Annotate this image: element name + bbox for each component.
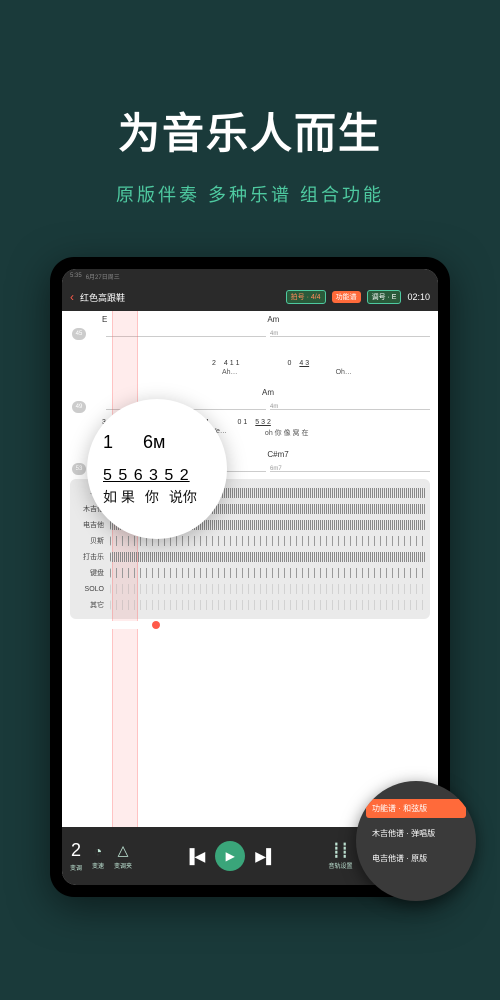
score-type-menu: 功能谱 · 和弦版 木吉他谱 · 弹唱版 电吉他谱 · 原版 (356, 781, 476, 901)
menu-item-feature-score[interactable]: 功能谱 · 和弦版 (366, 799, 466, 818)
note: 0 1 (238, 419, 248, 426)
play-icon: ▶ (226, 849, 235, 863)
badge-feature-score[interactable]: 功能谱 (332, 291, 361, 303)
mag-note: 6м (143, 432, 165, 453)
track-waveform[interactable] (110, 600, 426, 610)
chord: Am (267, 315, 279, 324)
chord: C#m7 (267, 450, 288, 459)
hero-subtitle: 原版伴奏 多种乐谱 组合功能 (20, 181, 480, 207)
mag-lyric: 如 果 (103, 487, 135, 507)
mag-notation: 5 5 6 3 5 2 (103, 467, 211, 485)
song-title: 红色高跟鞋 (80, 291, 280, 304)
mixer-control[interactable]: ┋┋ 音轨设置 (329, 842, 353, 870)
sliders-icon: ┋┋ (332, 842, 349, 859)
track-waveform[interactable] (110, 568, 426, 578)
status-bar: 5:35 6月27日周三 (62, 269, 438, 283)
badge-time-signature[interactable]: 拍号 · 4/4 (286, 290, 326, 304)
mag-lyric: 你 (145, 487, 159, 507)
capo-label: 变调夹 (114, 861, 132, 870)
back-icon[interactable]: ‹ (70, 290, 74, 304)
menu-item-electric-guitar[interactable]: 电吉他谱 · 原版 (366, 849, 466, 868)
track-label: 贝斯 (74, 536, 106, 546)
chord: E (102, 315, 107, 324)
measure-number: 53 (72, 463, 86, 475)
track-label: 打击乐 (74, 552, 106, 562)
next-icon[interactable]: ▶▌ (255, 848, 276, 865)
tablet-frame: 5:35 6月27日周三 ‹ 红色高跟鞋 拍号 · 4/4 功能谱 调号 · E… (50, 257, 450, 897)
mixer-label: 音轨设置 (329, 861, 353, 870)
note: 4 3 (299, 360, 309, 367)
note: 4 1 1 (224, 360, 240, 367)
progress-thumb[interactable] (152, 621, 160, 629)
note: 2 (212, 360, 216, 367)
prev-icon[interactable]: ▐◀ (185, 848, 206, 865)
track-waveform[interactable] (110, 552, 426, 562)
mag-lyric: 说你 (169, 487, 197, 507)
status-time: 5:35 (70, 273, 82, 279)
magnifier-lens: 1 6м 5 5 6 3 5 2 如 果 你 说你 (87, 399, 227, 539)
hero-title: 为音乐人而生 (20, 100, 480, 161)
transpose-label: 变调 (70, 863, 82, 872)
track-waveform[interactable] (110, 584, 426, 594)
track-label: 电吉他 (74, 520, 106, 530)
mag-note: 1 (103, 432, 113, 453)
transpose-value: 2 (71, 840, 81, 861)
score-area[interactable]: E Am 45 4m 2 4 1 1 0 4 3 Ah… Oh… Am (62, 311, 438, 827)
badge-key[interactable]: 调号 · E (367, 290, 402, 304)
app-header: ‹ 红色高跟鞋 拍号 · 4/4 功能谱 调号 · E 02:10 (62, 283, 438, 311)
chord: Am (262, 388, 274, 397)
speed-control[interactable]: ◔ 变速 (92, 843, 104, 870)
transpose-control[interactable]: 2 变调 (70, 840, 82, 872)
staff-line: 4m (270, 404, 430, 410)
play-button[interactable]: ▶ (215, 841, 245, 871)
note: 0 (287, 360, 291, 367)
metronome-icon: △ (118, 842, 129, 859)
menu-item-acoustic-guitar[interactable]: 木吉他谱 · 弹唱版 (366, 824, 466, 843)
progress-bar[interactable] (70, 621, 430, 629)
measure-number: 45 (72, 328, 86, 340)
capo-control[interactable]: △ 变调夹 (114, 842, 132, 870)
gauge-icon: ◔ (94, 843, 102, 859)
lyric: Oh… (336, 369, 352, 376)
track-label: 其它 (74, 600, 106, 610)
measure-number: 49 (72, 401, 86, 413)
song-timer: 02:10 (407, 292, 430, 302)
lyric: oh 你 像 窝 在 (265, 428, 309, 438)
staff-line: 4m (270, 331, 430, 337)
lyric: Ah… (222, 369, 238, 376)
status-date: 6月27日周三 (86, 272, 120, 281)
staff-line: 6m7 (270, 466, 430, 472)
speed-label: 变速 (92, 861, 104, 870)
track-label: SOLO (74, 586, 106, 593)
note: 5 3 2 (255, 419, 271, 426)
track-label: 键盘 (74, 568, 106, 578)
